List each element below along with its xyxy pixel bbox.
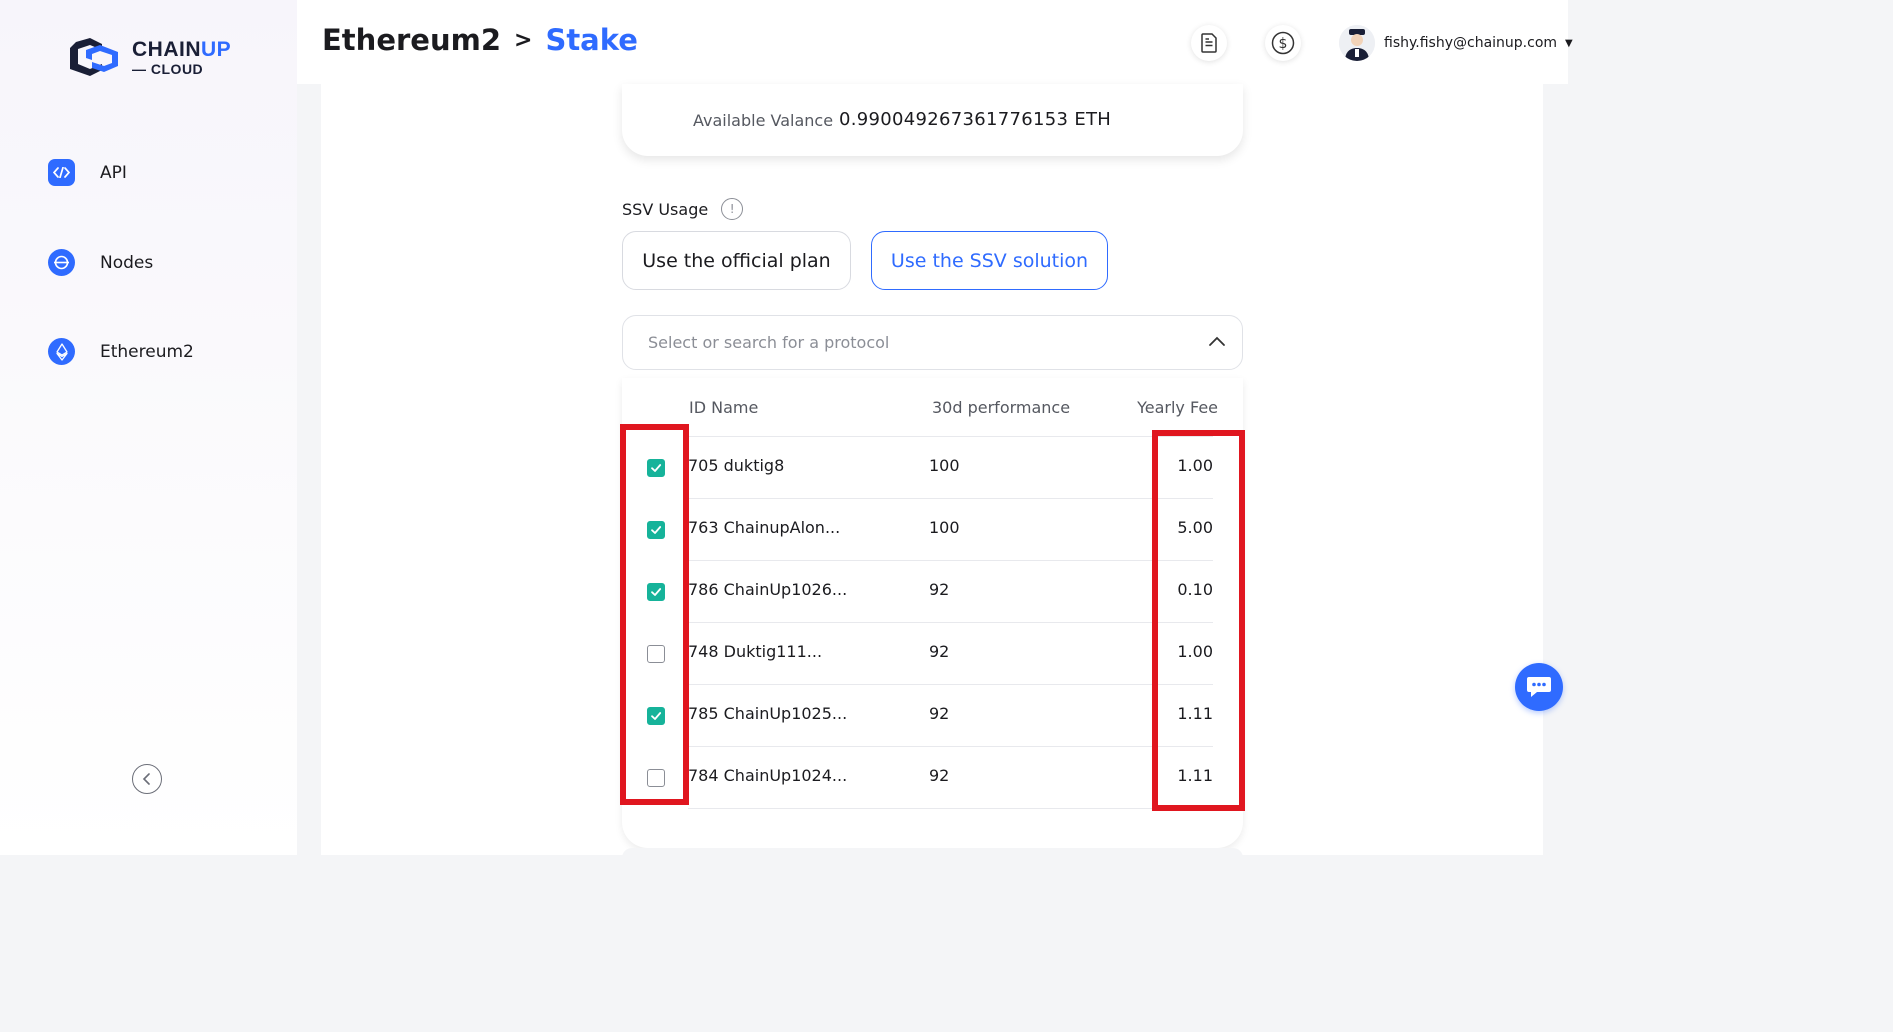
row-divider [688, 808, 1213, 809]
operator-performance: 100 [929, 456, 960, 475]
checkmark-icon [651, 712, 662, 720]
protocol-select[interactable]: Select or search for a protocol [622, 315, 1243, 370]
official-plan-button[interactable]: Use the official plan [622, 231, 851, 290]
sidebar-item-ethereum2[interactable]: Ethereum2 [48, 338, 194, 365]
table-row[interactable]: 786 ChainUp1026... 92 0.10 [622, 561, 1243, 623]
operator-name: 785 ChainUp1025... [688, 704, 848, 723]
chat-button[interactable] [1515, 663, 1563, 711]
logo-text-sub: — CLOUD [132, 60, 204, 77]
chat-icon [1527, 677, 1551, 697]
sidebar: CHAINUP — CLOUD API Nodes Ethereum2 [0, 0, 297, 855]
document-button[interactable] [1191, 25, 1227, 61]
operator-performance: 92 [929, 704, 950, 723]
operator-performance: 92 [929, 766, 950, 785]
operator-performance: 92 [929, 580, 950, 599]
operator-name: 786 ChainUp1026... [688, 580, 848, 599]
operator-name: 705 duktig8 [688, 456, 785, 475]
sidebar-item-label: API [100, 162, 127, 183]
protocol-select-placeholder: Select or search for a protocol [648, 333, 890, 352]
chevron-left-icon [142, 773, 150, 785]
operator-performance: 92 [929, 642, 950, 661]
operator-name: 748 Duktig111... [688, 642, 823, 661]
chevron-down-icon: ▼ [1565, 37, 1573, 49]
chainup-logo-icon [70, 38, 118, 76]
table-row[interactable]: 763 ChainupAlon... 100 5.00 [622, 499, 1243, 561]
chevron-up-icon[interactable] [1208, 333, 1226, 351]
column-header-name: ID Name [689, 398, 759, 417]
table-row[interactable]: 748 Duktig111... 92 1.00 [622, 623, 1243, 685]
operator-yearly-fee: 1.00 [1177, 456, 1213, 475]
breadcrumb: Ethereum2 > Stake [322, 23, 638, 57]
user-email: fishy.fishy@chainup.com [1384, 35, 1558, 51]
checkbox-unchecked[interactable] [647, 645, 665, 663]
ssv-usage-title: SSV Usage ! [622, 198, 744, 220]
checkbox-checked[interactable] [647, 459, 665, 477]
operator-yearly-fee: 1.00 [1177, 642, 1213, 661]
logo-text-accent: UP [201, 37, 232, 61]
code-icon [48, 159, 75, 186]
sidebar-item-label: Ethereum2 [100, 341, 194, 362]
table-row[interactable]: 705 duktig8 100 1.00 [622, 437, 1243, 499]
info-icon[interactable]: ! [721, 198, 744, 220]
checkmark-icon [651, 588, 662, 596]
nodes-icon [48, 249, 75, 276]
table-row[interactable]: 784 ChainUp1024... 92 1.11 [622, 747, 1243, 809]
operator-yearly-fee: 5.00 [1177, 518, 1213, 537]
balance-value: 0.990049267361776153 ETH [839, 109, 1112, 130]
checkbox-unchecked[interactable] [647, 769, 665, 787]
next-card-edge [622, 848, 1243, 868]
sidebar-item-nodes[interactable]: Nodes [48, 249, 153, 276]
logo-text-main: CHAIN [132, 37, 201, 61]
breadcrumb-root[interactable]: Ethereum2 [322, 23, 501, 57]
checkmark-icon [651, 526, 662, 534]
ssv-usage-label: SSV Usage [622, 199, 709, 219]
collapse-sidebar-button[interactable] [132, 764, 162, 794]
operator-name: 784 ChainUp1024... [688, 766, 848, 785]
stake-panel: Available Valance 0.990049267361776153 E… [321, 84, 1543, 868]
ssv-solution-button[interactable]: Use the SSV solution [871, 231, 1108, 290]
avatar [1339, 25, 1375, 61]
column-header-fee: Yearly Fee [1137, 398, 1218, 417]
table-row[interactable]: 785 ChainUp1025... 92 1.11 [622, 685, 1243, 747]
ethereum-icon [48, 338, 75, 365]
checkmark-icon [651, 464, 662, 472]
svg-text:$: $ [1279, 36, 1288, 52]
checkbox-checked[interactable] [647, 583, 665, 601]
dollar-icon: $ [1271, 31, 1295, 55]
chainup-logo[interactable]: CHAINUP — CLOUD [62, 36, 231, 78]
checkbox-checked[interactable] [647, 707, 665, 725]
balance-label: Available Valance [693, 111, 834, 130]
checkbox-checked[interactable] [647, 521, 665, 539]
page-title: Stake [545, 23, 638, 57]
user-menu[interactable]: fishy.fishy@chainup.com ▼ [1339, 25, 1573, 61]
breadcrumb-separator: > [514, 27, 533, 53]
operator-performance: 100 [929, 518, 960, 537]
operator-yearly-fee: 0.10 [1177, 580, 1213, 599]
operator-name: 763 ChainupAlon... [688, 518, 841, 537]
top-header: Ethereum2 > Stake $ fishy.fishy@chainup.… [297, 0, 1573, 84]
operator-table: ID Name 30d performance Yearly Fee 705 d… [622, 378, 1243, 848]
operator-yearly-fee: 1.11 [1177, 766, 1213, 785]
sidebar-item-api[interactable]: API [48, 159, 127, 186]
document-icon [1201, 33, 1217, 53]
balance-card: Available Valance 0.990049267361776153 E… [622, 84, 1243, 156]
billing-button[interactable]: $ [1265, 25, 1301, 61]
operator-yearly-fee: 1.11 [1177, 704, 1213, 723]
column-header-performance: 30d performance [932, 398, 1071, 417]
sidebar-item-label: Nodes [100, 252, 154, 273]
